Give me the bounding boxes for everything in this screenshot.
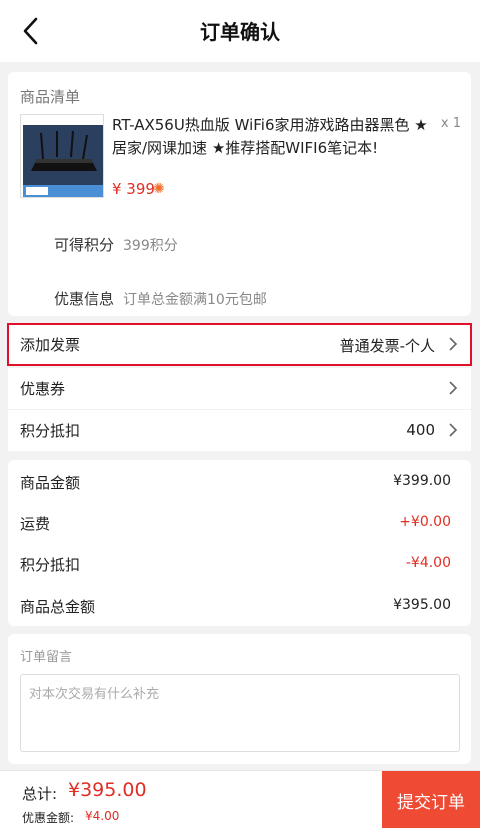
- coupon-row[interactable]: 优惠券: [8, 368, 471, 409]
- invoice-value: 普通发票-个人: [339, 337, 435, 355]
- invoice-row[interactable]: 添加发票 普通发票-个人: [7, 323, 472, 366]
- sparkle-icon: ✺: [153, 181, 165, 197]
- summary-row: 积分抵扣 -¥4.00: [8, 544, 471, 584]
- summary-value: +¥0.00: [399, 514, 451, 530]
- promo-label: 优惠信息: [54, 290, 115, 308]
- top-bar: 订单确认: [0, 0, 480, 62]
- points-label: 可得积分: [54, 236, 115, 254]
- summary-value: ¥395.00: [393, 597, 451, 613]
- product-price: ¥ 399: [112, 180, 155, 198]
- goods-section-title: 商品清单: [20, 88, 81, 106]
- total-label: 总计:: [22, 785, 58, 803]
- page-title: 订单确认: [200, 20, 280, 44]
- points-deduction-row[interactable]: 积分抵扣 400: [8, 410, 471, 451]
- summary-value: ¥399.00: [393, 473, 451, 489]
- promo-value: 订单总金额满10元包邮: [123, 292, 267, 308]
- product-name[interactable]: RT-AX56U热血版 WiFi6家用游戏路由器黑色 ★居家/网课加速 ★推荐搭…: [112, 114, 432, 160]
- discount-label: 优惠金额:: [22, 811, 75, 825]
- memo-input[interactable]: [20, 674, 460, 752]
- chevron-right-icon: [449, 423, 458, 437]
- summary-value: -¥4.00: [405, 555, 451, 571]
- goods-card: 商品清单 RT-AX56U热血版 WiFi6家用游戏路由器黑色 ★居家/网课加速…: [8, 72, 471, 316]
- points-deduction-label: 积分抵扣: [20, 422, 81, 440]
- summary-label: 运费: [20, 515, 51, 533]
- product-quantity: x 1: [440, 116, 461, 131]
- product-image[interactable]: [20, 114, 104, 198]
- chevron-right-icon: [449, 337, 458, 351]
- memo-label: 订单留言: [20, 650, 73, 665]
- summary-label: 积分抵扣: [20, 556, 81, 574]
- total-value: ¥395.00: [68, 779, 147, 801]
- points-deduction-value: 400: [406, 421, 435, 439]
- router-icon: [21, 115, 103, 197]
- amount-summary-card: 商品金额 ¥399.00 运费 +¥0.00 积分抵扣 -¥4.00 商品总金额…: [8, 460, 471, 626]
- coupon-label: 优惠券: [20, 380, 66, 398]
- discount-value: ¥4.00: [85, 809, 120, 823]
- memo-card: 订单留言: [8, 634, 471, 764]
- summary-row: 商品金额 ¥399.00: [8, 462, 471, 502]
- summary-row: 商品总金额 ¥395.00: [8, 586, 471, 626]
- summary-label: 商品金额: [20, 474, 81, 492]
- summary-label: 商品总金额: [20, 598, 96, 616]
- invoice-label: 添加发票: [20, 336, 81, 354]
- points-value: 399积分: [123, 238, 178, 254]
- chevron-right-icon: [449, 381, 458, 395]
- submit-order-button[interactable]: 提交订单: [382, 771, 480, 828]
- checkout-bar: 总计: ¥395.00 优惠金额: ¥4.00 提交订单: [0, 770, 480, 828]
- summary-row: 运费 +¥0.00: [8, 503, 471, 543]
